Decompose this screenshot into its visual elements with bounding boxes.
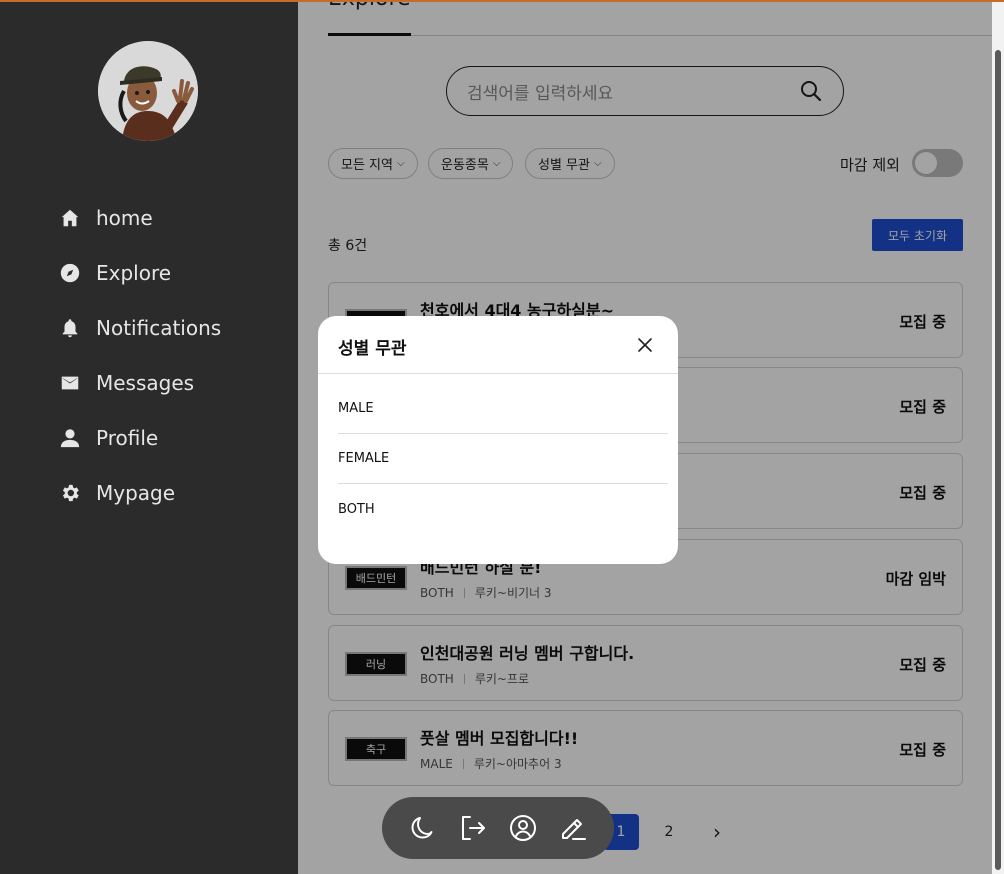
sidebar-item-label: home	[96, 205, 153, 230]
compass-icon	[58, 261, 82, 285]
edit-icon	[562, 819, 586, 840]
logout-button[interactable]	[455, 810, 491, 846]
modal-title: 성별 무관	[338, 339, 407, 359]
dark-mode-button[interactable]	[405, 810, 441, 846]
write-button[interactable]	[555, 810, 591, 846]
account-icon	[510, 815, 536, 841]
sidebar-item-notifications[interactable]: Notifications	[58, 300, 258, 355]
close-icon[interactable]	[636, 336, 654, 354]
sidebar-item-label: Mypage	[96, 480, 176, 505]
top-accent-line	[0, 0, 1004, 2]
floating-action-bar	[382, 797, 614, 859]
sidebar-item-explore[interactable]: Explore	[58, 245, 258, 300]
home-icon	[58, 206, 82, 230]
sidebar-item-home[interactable]: home	[58, 190, 258, 245]
avatar[interactable]	[98, 41, 198, 141]
modal-divider	[318, 373, 678, 374]
account-button[interactable]	[505, 810, 541, 846]
sidebar-nav: home Explore Notifications Messages Prof…	[58, 190, 258, 520]
logout-icon	[462, 816, 485, 840]
scrollbar[interactable]	[992, 0, 1004, 874]
bell-icon	[58, 316, 82, 340]
sidebar-item-mypage[interactable]: Mypage	[58, 465, 258, 520]
mail-icon	[58, 371, 82, 395]
sidebar-item-label: Notifications	[96, 315, 222, 340]
sidebar: home Explore Notifications Messages Prof…	[0, 0, 298, 874]
memoji-avatar-image	[98, 41, 198, 141]
option-male[interactable]: MALE	[338, 384, 668, 434]
option-female[interactable]: FEMALE	[338, 434, 668, 484]
scrollbar-thumb[interactable]	[995, 50, 1001, 870]
sidebar-item-label: Explore	[96, 260, 172, 285]
user-icon	[58, 426, 82, 450]
moon-icon	[411, 817, 433, 839]
gear-icon	[58, 481, 82, 505]
sidebar-item-messages[interactable]: Messages	[58, 355, 258, 410]
option-both[interactable]: BOTH	[338, 484, 668, 534]
gender-select-modal: 성별 무관 MALE FEMALE BOTH	[318, 316, 678, 564]
sidebar-item-label: Messages	[96, 370, 195, 395]
sidebar-item-profile[interactable]: Profile	[58, 410, 258, 465]
sidebar-item-label: Profile	[96, 425, 159, 450]
